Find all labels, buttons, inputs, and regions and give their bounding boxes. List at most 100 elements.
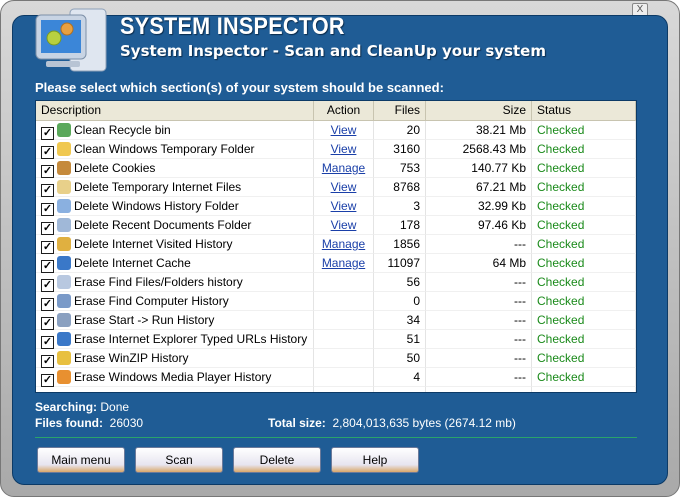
checkbox[interactable]: ✓ <box>41 165 54 178</box>
col-status[interactable]: Status <box>532 101 636 120</box>
description-cell: ✓ Erase Windows Media Player History <box>36 368 314 387</box>
action-link[interactable]: View <box>331 180 357 194</box>
description-text: Erase WinZIP History <box>74 351 189 365</box>
help-button[interactable]: Help <box>331 447 419 473</box>
description-text: Erase Find Computer History <box>74 294 229 308</box>
section-icon <box>57 161 71 175</box>
table-row[interactable]: ✓ Clean Windows Temporary Folder View 316… <box>36 140 636 159</box>
size-cell: --- <box>426 235 532 254</box>
status-cell: Checked <box>532 330 636 349</box>
main-menu-button[interactable]: Main menu <box>37 447 125 473</box>
status-cell: Checked <box>532 197 636 216</box>
action-cell <box>314 368 374 387</box>
action-cell: View <box>314 197 374 216</box>
status-cell: Checked <box>532 121 636 140</box>
section-icon <box>57 142 71 156</box>
table-header: Description Action Files Size Status <box>36 101 636 121</box>
checkbox[interactable]: ✓ <box>41 203 54 216</box>
scan-button[interactable]: Scan <box>135 447 223 473</box>
action-link[interactable]: View <box>331 142 357 156</box>
action-link[interactable]: Manage <box>322 161 365 175</box>
table-row[interactable]: ✓ Delete Cookies Manage 753 140.77 Kb Che… <box>36 159 636 178</box>
table-row[interactable] <box>36 387 636 392</box>
description-text: Clean Windows Temporary Folder <box>74 142 255 156</box>
status-cell: Checked <box>532 349 636 368</box>
description-cell: ✓ Delete Internet Cache <box>36 254 314 273</box>
checkbox[interactable]: ✓ <box>41 241 54 254</box>
section-icon <box>57 180 71 194</box>
total-size-value: 2,804,013,635 bytes (2674.12 mb) <box>332 416 516 430</box>
col-description[interactable]: Description <box>36 101 314 120</box>
table-row[interactable]: ✓ Delete Temporary Internet Files View 87… <box>36 178 636 197</box>
action-link[interactable]: View <box>331 123 357 137</box>
size-cell: --- <box>426 273 532 292</box>
status-cell: Checked <box>532 216 636 235</box>
action-link[interactable]: Manage <box>322 237 365 251</box>
action-cell: View <box>314 216 374 235</box>
divider <box>35 437 637 438</box>
action-cell: Manage <box>314 159 374 178</box>
table-row[interactable]: ✓ Erase WinZIP History 50 --- Checked <box>36 349 636 368</box>
description-text: Erase Windows Media Player History <box>74 370 272 384</box>
checkbox[interactable]: ✓ <box>41 260 54 273</box>
table-row[interactable]: ✓ Erase Windows Media Player History 4 --… <box>36 368 636 387</box>
description-cell: ✓ Erase Find Files/Folders history <box>36 273 314 292</box>
description-cell <box>36 387 314 392</box>
description-cell: ✓ Delete Windows History Folder <box>36 197 314 216</box>
status-cell: Checked <box>532 254 636 273</box>
files-cell: 8768 <box>374 178 426 197</box>
size-cell <box>426 387 532 392</box>
table-row[interactable]: ✓ Delete Recent Documents Folder View 178… <box>36 216 636 235</box>
size-cell: 2568.43 Mb <box>426 140 532 159</box>
description-cell: ✓ Clean Recycle bin <box>36 121 314 140</box>
description-cell: ✓ Erase Find Computer History <box>36 292 314 311</box>
table-row[interactable]: ✓ Delete Internet Visited History Manage … <box>36 235 636 254</box>
checkbox[interactable]: ✓ <box>41 355 54 368</box>
size-cell: 32.99 Kb <box>426 197 532 216</box>
checkbox[interactable]: ✓ <box>41 317 54 330</box>
checkbox[interactable]: ✓ <box>41 184 54 197</box>
size-cell: --- <box>426 292 532 311</box>
checkbox[interactable]: ✓ <box>41 374 54 387</box>
size-cell: 97.46 Kb <box>426 216 532 235</box>
col-size[interactable]: Size <box>426 101 532 120</box>
col-action[interactable]: Action <box>314 101 374 120</box>
action-link[interactable]: View <box>331 218 357 232</box>
action-cell <box>314 349 374 368</box>
table-row[interactable]: ✓ Delete Windows History Folder View 3 32… <box>36 197 636 216</box>
checkbox[interactable]: ✓ <box>41 127 54 140</box>
table-row[interactable]: ✓ Delete Internet Cache Manage 11097 64 M… <box>36 254 636 273</box>
total-size-label: Total size: <box>268 416 326 430</box>
col-files[interactable]: Files <box>374 101 426 120</box>
size-cell: 140.77 Kb <box>426 159 532 178</box>
description-cell: ✓ Erase Start -> Run History <box>36 311 314 330</box>
table-row[interactable]: ✓ Erase Find Computer History 0 --- Check… <box>36 292 636 311</box>
description-text: Erase Find Files/Folders history <box>74 275 243 289</box>
files-cell: 3160 <box>374 140 426 159</box>
files-cell: 20 <box>374 121 426 140</box>
section-icon <box>57 123 71 137</box>
app-subtitle: System Inspector - Scan and CleanUp your… <box>120 42 546 60</box>
section-prompt: Please select which section(s) of your s… <box>35 80 444 95</box>
checkbox[interactable]: ✓ <box>41 279 54 292</box>
status-cell: Checked <box>532 292 636 311</box>
checkbox[interactable]: ✓ <box>41 336 54 349</box>
status-cell: Checked <box>532 235 636 254</box>
table-row[interactable]: ✓ Erase Start -> Run History 34 --- Check… <box>36 311 636 330</box>
table-row[interactable]: ✓ Clean Recycle bin View 20 38.21 Mb Chec… <box>36 121 636 140</box>
table-row[interactable]: ✓ Erase Find Files/Folders history 56 ---… <box>36 273 636 292</box>
table-row[interactable]: ✓ Erase Internet Explorer Typed URLs Hist… <box>36 330 636 349</box>
checkbox[interactable]: ✓ <box>41 146 54 159</box>
sections-table[interactable]: Description Action Files Size Status ✓ Cl… <box>35 100 637 393</box>
section-icon <box>57 294 71 308</box>
status-cell: Checked <box>532 178 636 197</box>
files-cell: 34 <box>374 311 426 330</box>
action-link[interactable]: View <box>331 199 357 213</box>
status-cell: Checked <box>532 311 636 330</box>
description-text: Erase Internet Explorer Typed URLs Histo… <box>74 332 308 346</box>
checkbox[interactable]: ✓ <box>41 222 54 235</box>
checkbox[interactable]: ✓ <box>41 298 54 311</box>
action-link[interactable]: Manage <box>322 256 365 270</box>
description-cell: ✓ Delete Internet Visited History <box>36 235 314 254</box>
delete-button[interactable]: Delete <box>233 447 321 473</box>
